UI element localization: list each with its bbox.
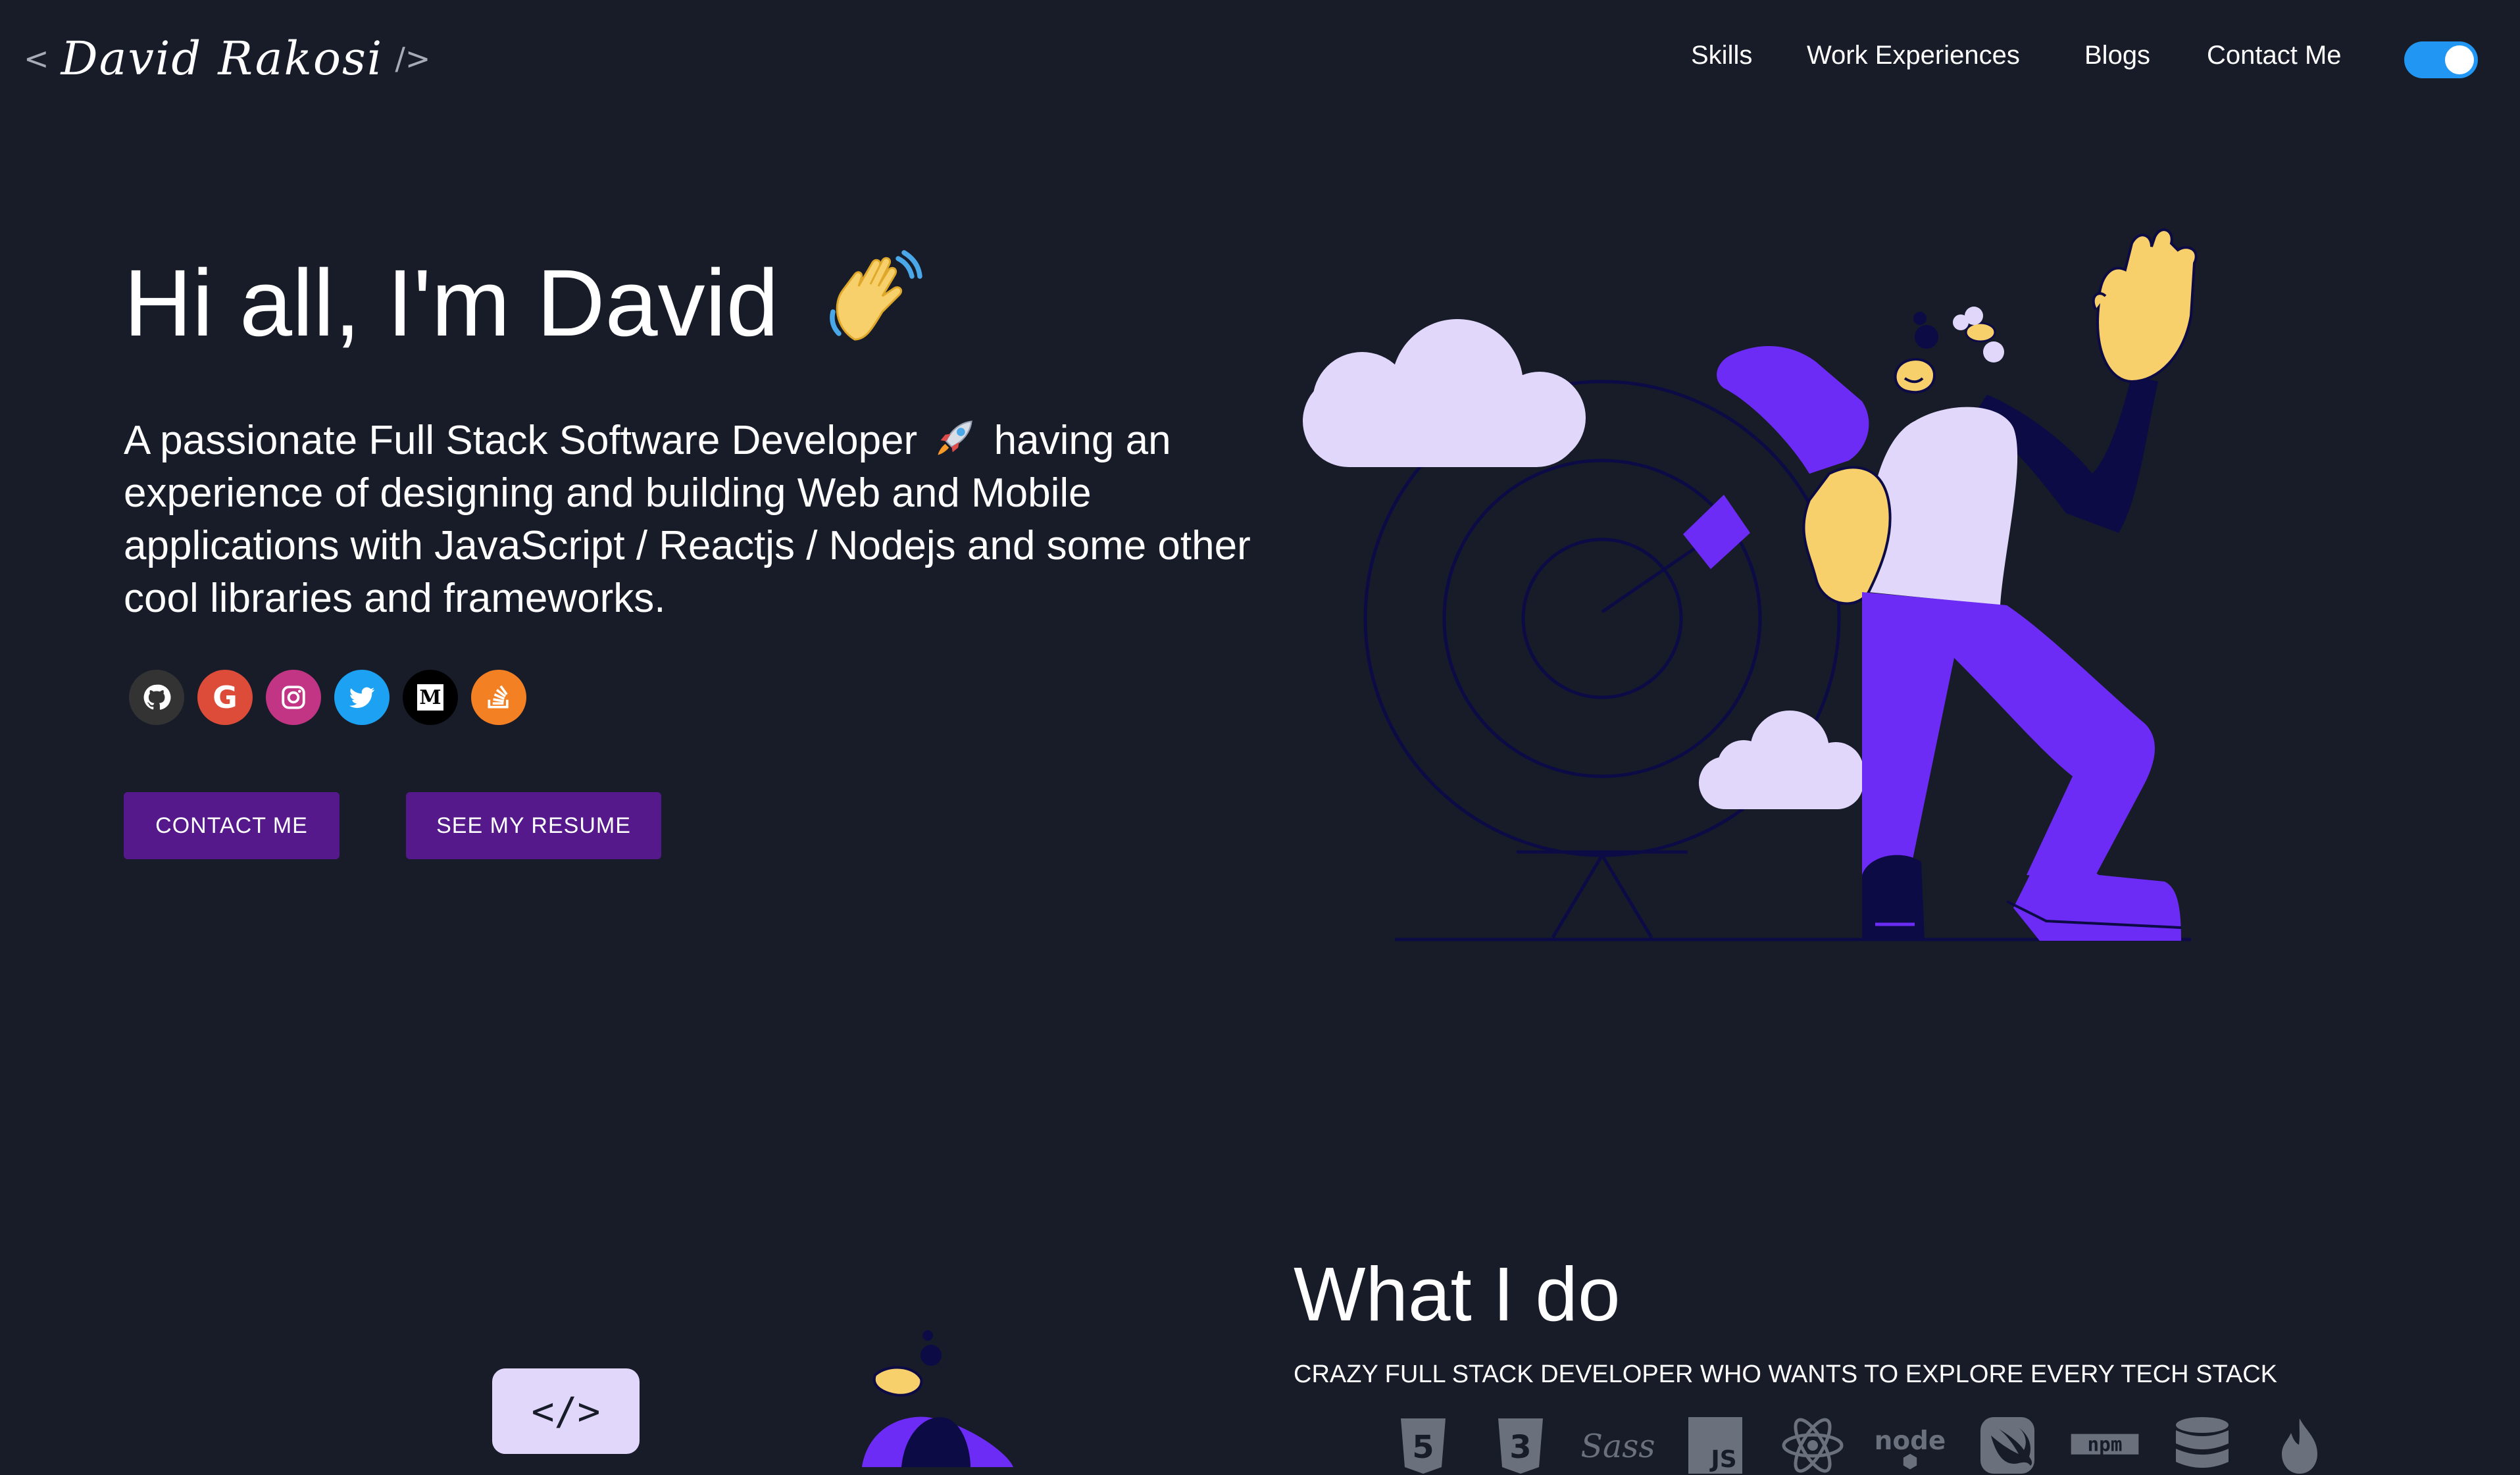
css3-icon: 3 — [1484, 1416, 1557, 1475]
code-bubble: </> — [492, 1368, 640, 1454]
google-icon[interactable]: G — [197, 670, 253, 725]
github-icon[interactable] — [129, 670, 184, 725]
swift-icon — [1971, 1416, 2044, 1475]
nav-work-experiences[interactable]: Work Experiences — [1807, 41, 2020, 70]
hero-title-text: Hi all, I'm David — [124, 250, 779, 356]
svg-text:5: 5 — [1412, 1429, 1434, 1466]
nav-contact-me[interactable]: Contact Me — [2207, 41, 2342, 70]
svg-text:node: node — [1875, 1426, 1946, 1456]
see-my-resume-button[interactable]: SEE MY RESUME — [406, 792, 661, 859]
theme-toggle-knob — [2445, 45, 2474, 74]
sass-icon: Sass — [1582, 1416, 1654, 1475]
what-i-do-subtitle: CRAZY FULL STACK DEVELOPER WHO WANTS TO … — [1294, 1361, 2278, 1388]
cloud-large — [1303, 319, 1586, 467]
firebase-icon — [2263, 1416, 2336, 1475]
logo-left-bracket: < — [24, 41, 49, 76]
javascript-icon: JS — [1679, 1416, 1751, 1475]
svg-text:Sass: Sass — [1582, 1427, 1654, 1465]
stack-overflow-icon[interactable] — [471, 670, 526, 725]
instagram-icon[interactable] — [266, 670, 321, 725]
developer-bust-illustration — [862, 1330, 1013, 1467]
hero-subtitle-part1: A passionate Full Stack Software Develop… — [124, 418, 918, 463]
what-i-do-title: What I do — [1294, 1251, 1621, 1337]
medium-icon[interactable]: M — [403, 670, 458, 725]
html5-icon: 5 — [1387, 1416, 1459, 1475]
svg-text:JS: JS — [1709, 1446, 1736, 1473]
developer-character — [1717, 228, 2198, 941]
nav-blogs[interactable]: Blogs — [2084, 41, 2150, 70]
database-icon — [2166, 1416, 2238, 1475]
social-links: G M — [129, 670, 526, 725]
svg-text:npm: npm — [2088, 1433, 2123, 1455]
rocket-icon — [938, 420, 973, 455]
cloud-small — [1699, 711, 1863, 809]
logo-right-bracket: /> — [395, 41, 431, 76]
developer-target-illustration — [1303, 228, 2198, 941]
npm-icon: npm — [2069, 1416, 2141, 1475]
nodejs-icon: node — [1874, 1416, 1946, 1475]
svg-text:3: 3 — [1509, 1429, 1531, 1466]
twitter-icon[interactable] — [334, 670, 390, 725]
react-icon — [1777, 1416, 1849, 1475]
hero-subtitle: A passionate Full Stack Software Develop… — [124, 414, 1255, 625]
nav-skills[interactable]: Skills — [1691, 41, 1752, 70]
contact-me-button[interactable]: CONTACT ME — [124, 792, 340, 859]
theme-toggle[interactable] — [2404, 41, 2478, 78]
bee-icon — [1953, 307, 2004, 362]
waving-hand-icon — [829, 250, 922, 341]
hero-title: Hi all, I'm David — [124, 249, 924, 358]
logo[interactable]: < David Rakosi /> — [24, 29, 430, 88]
logo-signature: David Rakosi — [61, 32, 384, 86]
skills-icon-row: 5 3 Sass JS node npm — [1387, 1416, 2336, 1475]
